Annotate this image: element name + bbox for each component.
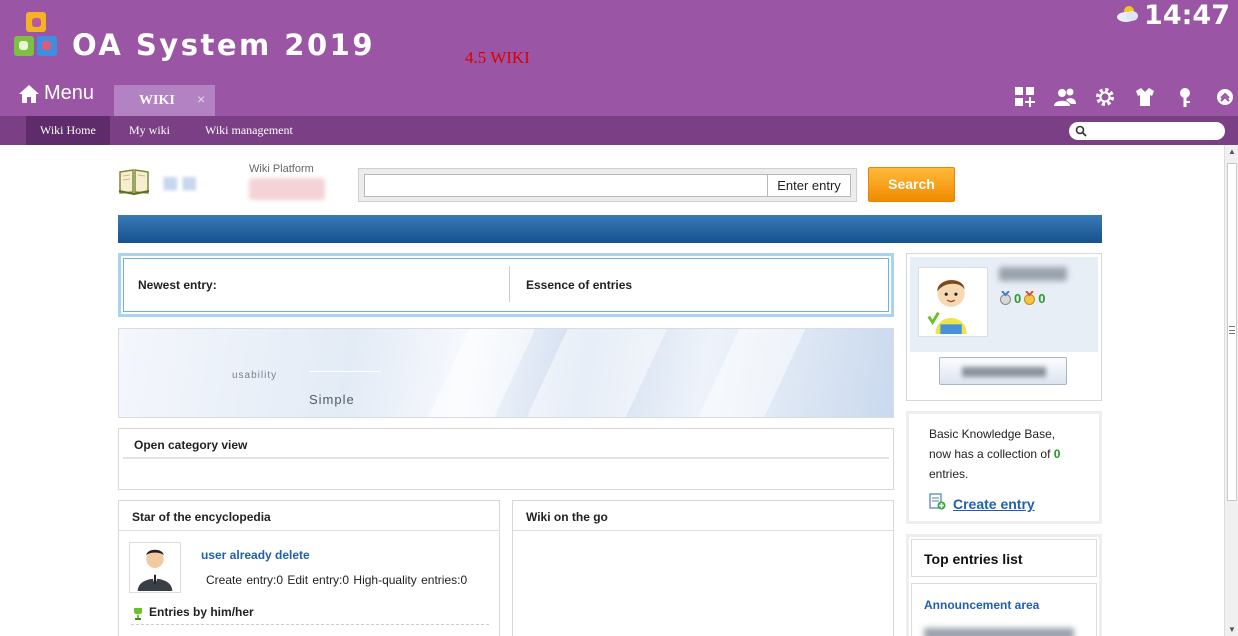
top-header: OA System 2019 4.5 WIKI 14:47 Menu WIKI …: [0, 0, 1238, 116]
banner-stripe: [519, 329, 669, 417]
subnav-wiki-home[interactable]: Wiki Home: [26, 116, 110, 145]
silver-medal-count: 0: [1014, 291, 1022, 306]
search-button[interactable]: Search: [868, 167, 955, 202]
vertical-scrollbar[interactable]: ▲ ▼: [1224, 145, 1238, 636]
banner-simple-text: Simple: [309, 392, 355, 407]
profile-avatar: [918, 267, 988, 337]
subnav-wiki-management[interactable]: Wiki management: [205, 116, 293, 145]
wiki-search-input[interactable]: [364, 174, 768, 197]
star-user-stats: Create entry:0 Edit entry:0 High-quality…: [206, 573, 468, 587]
wiki-banner: usability Simple: [118, 328, 894, 418]
global-search-input[interactable]: [1069, 122, 1225, 140]
scroll-down-icon[interactable]: ▼: [1228, 625, 1236, 634]
category-title[interactable]: Open category view: [123, 429, 889, 459]
banner-line: [309, 371, 381, 372]
scroll-up-icon[interactable]: ▲: [1228, 147, 1236, 156]
newest-entries-panel: Newest entry: Essence of entries: [118, 253, 894, 317]
wiki-on-the-go-panel: Wiki on the go: [512, 500, 894, 636]
essence-entries-label: Essence of entries: [526, 278, 633, 292]
collapse-up-icon[interactable]: [1212, 86, 1238, 108]
scrollbar-grip: [1229, 326, 1235, 334]
profile-panel: 0 0: [906, 253, 1102, 401]
user-avatar: [129, 542, 181, 593]
tab-close-icon[interactable]: ×: [197, 91, 205, 107]
weather-cloudy-icon: [1117, 6, 1138, 22]
wiki-version-label: 4.5 WIKI: [465, 48, 530, 67]
blue-divider-bar: [118, 215, 1102, 243]
star-user-name[interactable]: user already delete: [201, 548, 310, 562]
app-title: OA System 2019: [72, 28, 376, 62]
knowledge-base-text: Basic Knowledge Base, now has a collecti…: [929, 424, 1079, 484]
search-icon: [1075, 125, 1087, 137]
banner-stripe: [688, 329, 810, 417]
newest-entries-inner: [123, 258, 889, 312]
top-entries-title: Top entries list: [911, 539, 1097, 577]
dashed-divider: [131, 624, 489, 625]
profile-name: [999, 267, 1067, 281]
settings-gear-icon[interactable]: [1092, 86, 1118, 108]
gold-medal-icon: [1024, 291, 1036, 305]
top-entries-panel: Top entries list Announcement area: [906, 534, 1102, 636]
silver-medal-icon: [1000, 291, 1011, 305]
announcement-area: Announcement area: [911, 583, 1097, 636]
tab-wiki[interactable]: WIKI ×: [114, 85, 215, 116]
menu-button[interactable]: Menu: [18, 82, 94, 105]
oa-wiki-app: OA System 2019 4.5 WIKI 14:47 Menu WIKI …: [0, 0, 1238, 636]
header-toolbar: [1012, 86, 1238, 108]
wiki-book-icon: [118, 169, 150, 195]
wiki-search-bar: Enter entry: [358, 168, 857, 202]
star-title: Star of the encyclopedia: [119, 501, 499, 531]
announcement-item[interactable]: [924, 628, 1074, 636]
menu-label: Menu: [44, 82, 95, 104]
apps-add-icon[interactable]: [1012, 86, 1038, 108]
medal-counts: 0 0: [999, 291, 1045, 306]
kb-text-after: entries.: [929, 467, 969, 481]
knowledge-base-panel: Basic Knowledge Base, now has a collecti…: [906, 411, 1102, 524]
subnav-my-wiki[interactable]: My wiki: [129, 116, 170, 145]
wiki-subnav: Wiki Home My wiki Wiki management: [0, 116, 1238, 145]
kb-text-before: Basic Knowledge Base, now has a collecti…: [929, 427, 1056, 461]
user-group-icon[interactable]: [1052, 86, 1078, 108]
app-logo-icon: [14, 12, 60, 62]
shirt-icon[interactable]: [1132, 86, 1158, 108]
tab-wiki-label: WIKI: [139, 93, 175, 108]
profile-action-label: [962, 367, 1046, 377]
create-entry-link[interactable]: Create entry: [929, 494, 1049, 514]
category-panel: Open category view: [118, 428, 894, 490]
search-hint-label: Enter entry: [767, 174, 851, 197]
gold-medal-count: 0: [1038, 291, 1046, 306]
star-panel: Star of the encyclopedia user already de…: [118, 500, 500, 636]
platform-subtitle-image: [249, 178, 325, 200]
banner-stripe: [418, 329, 540, 417]
banner-usability-text: usability: [232, 370, 278, 381]
wiki-on-the-go-title: Wiki on the go: [513, 501, 893, 531]
kb-entry-count: 0: [1053, 447, 1061, 461]
entries-by-user-label: Entries by him/her: [149, 605, 254, 619]
key-icon[interactable]: [1172, 86, 1198, 108]
wiki-logo-image: ■■: [162, 167, 200, 198]
profile-action-button[interactable]: [939, 357, 1067, 385]
announcement-label[interactable]: Announcement area: [924, 598, 1039, 612]
home-icon: [19, 84, 39, 103]
platform-label: Wiki Platform: [249, 163, 314, 175]
clock: 14:47: [1144, 0, 1230, 31]
newest-entry-label: Newest entry:: [138, 278, 217, 292]
trophy-icon: [134, 608, 142, 620]
newest-separator: [509, 266, 510, 302]
